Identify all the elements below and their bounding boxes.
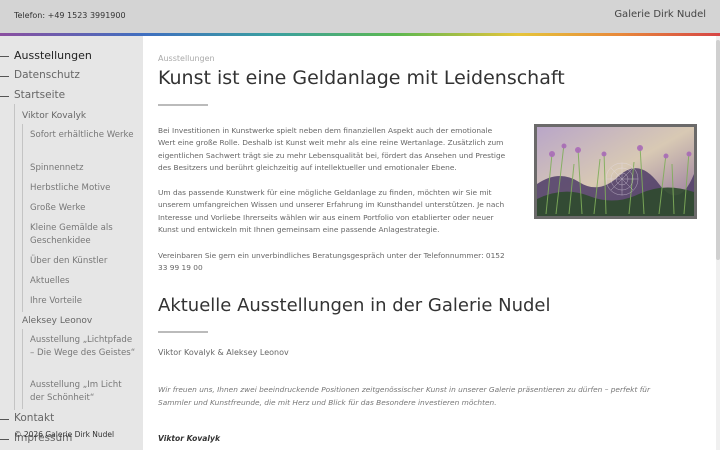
artists-line: Viktor Kovalyk & Aleksey Leonov (158, 348, 289, 357)
title-underline (158, 104, 208, 106)
sidebar-item-spinnennetz[interactable]: Spinnennetz (30, 162, 84, 175)
sidebar-item-kontakt[interactable]: Kontakt (14, 412, 54, 425)
copyright: © 2026 Galerie Dirk Nudel (14, 430, 115, 439)
sidebar-item-startseite[interactable]: Startseite (14, 89, 65, 102)
sidebar-item-ueber-den-kuenstler[interactable]: Über den Künstler (30, 255, 107, 268)
scrollbar-thumb[interactable] (716, 40, 720, 260)
nav-dash (0, 439, 9, 440)
sidebar-item-viktor-kovalyk[interactable]: Viktor Kovalyk (22, 110, 86, 123)
sidebar-item-kleine-gemaelde[interactable]: Kleine Gemälde als Geschenkidee (30, 222, 135, 248)
nav-dash (0, 76, 9, 77)
sidebar-item-herbstliche-motive[interactable]: Herbstliche Motive (30, 182, 110, 195)
sidebar-item-ausstellung-lichtpfade[interactable]: Ausstellung „Lichtpfade – Die Wege des G… (30, 334, 138, 360)
sidebar-item-aleksey-leonov[interactable]: Aleksey Leonov (22, 315, 92, 328)
nav-dash (0, 96, 9, 97)
sidebar-item-ihre-vorteile[interactable]: Ihre Vorteile (30, 295, 82, 308)
consult-paragraph: Um das passende Kunstwerk für eine mögli… (158, 188, 505, 235)
sidebar-item-ausstellung-im-licht[interactable]: Ausstellung „Im Licht der Schönheit“ (30, 379, 138, 405)
section-title: Aktuelle Ausstellungen in der Galerie Nu… (158, 295, 551, 316)
top-bar: Telefon: +49 1523 3991900 Galerie Dirk N… (0, 0, 720, 33)
submenu-line (14, 104, 15, 410)
page-title: Kunst ist eine Geldanlage mit Leidenscha… (158, 67, 565, 89)
sidebar-item-ausstellungen[interactable]: Ausstellungen (14, 49, 92, 62)
sidebar-item-datenschutz[interactable]: Datenschutz (14, 69, 80, 82)
phone-number[interactable]: Telefon: +49 1523 3991900 (14, 11, 126, 20)
site-brand[interactable]: Galerie Dirk Nudel (614, 9, 706, 20)
submenu-line (22, 124, 23, 312)
exhibition-intro: Wir freuen uns, Ihnen zwei beeindruckend… (158, 385, 651, 407)
section-underline (158, 331, 208, 333)
intro-paragraph: Bei Investitionen in Kunstwerke spielt n… (158, 126, 506, 173)
sidebar-item-aktuelles[interactable]: Aktuelles (30, 275, 70, 288)
painting-image (534, 124, 697, 219)
contact-paragraph: Vereinbaren Sie gern ein unverbindliches… (158, 251, 505, 273)
nav-dash (0, 419, 9, 420)
submenu-line (22, 329, 23, 409)
sidebar-item-grosse-werke[interactable]: Große Werke (30, 202, 85, 215)
artist-heading: Viktor Kovalyk (158, 434, 220, 443)
active-indicator (0, 56, 9, 57)
sidebar-item-sofort-erhaeltliche-werke[interactable]: Sofort erhältliche Werke (30, 129, 135, 142)
breadcrumb: Ausstellungen (158, 54, 215, 63)
